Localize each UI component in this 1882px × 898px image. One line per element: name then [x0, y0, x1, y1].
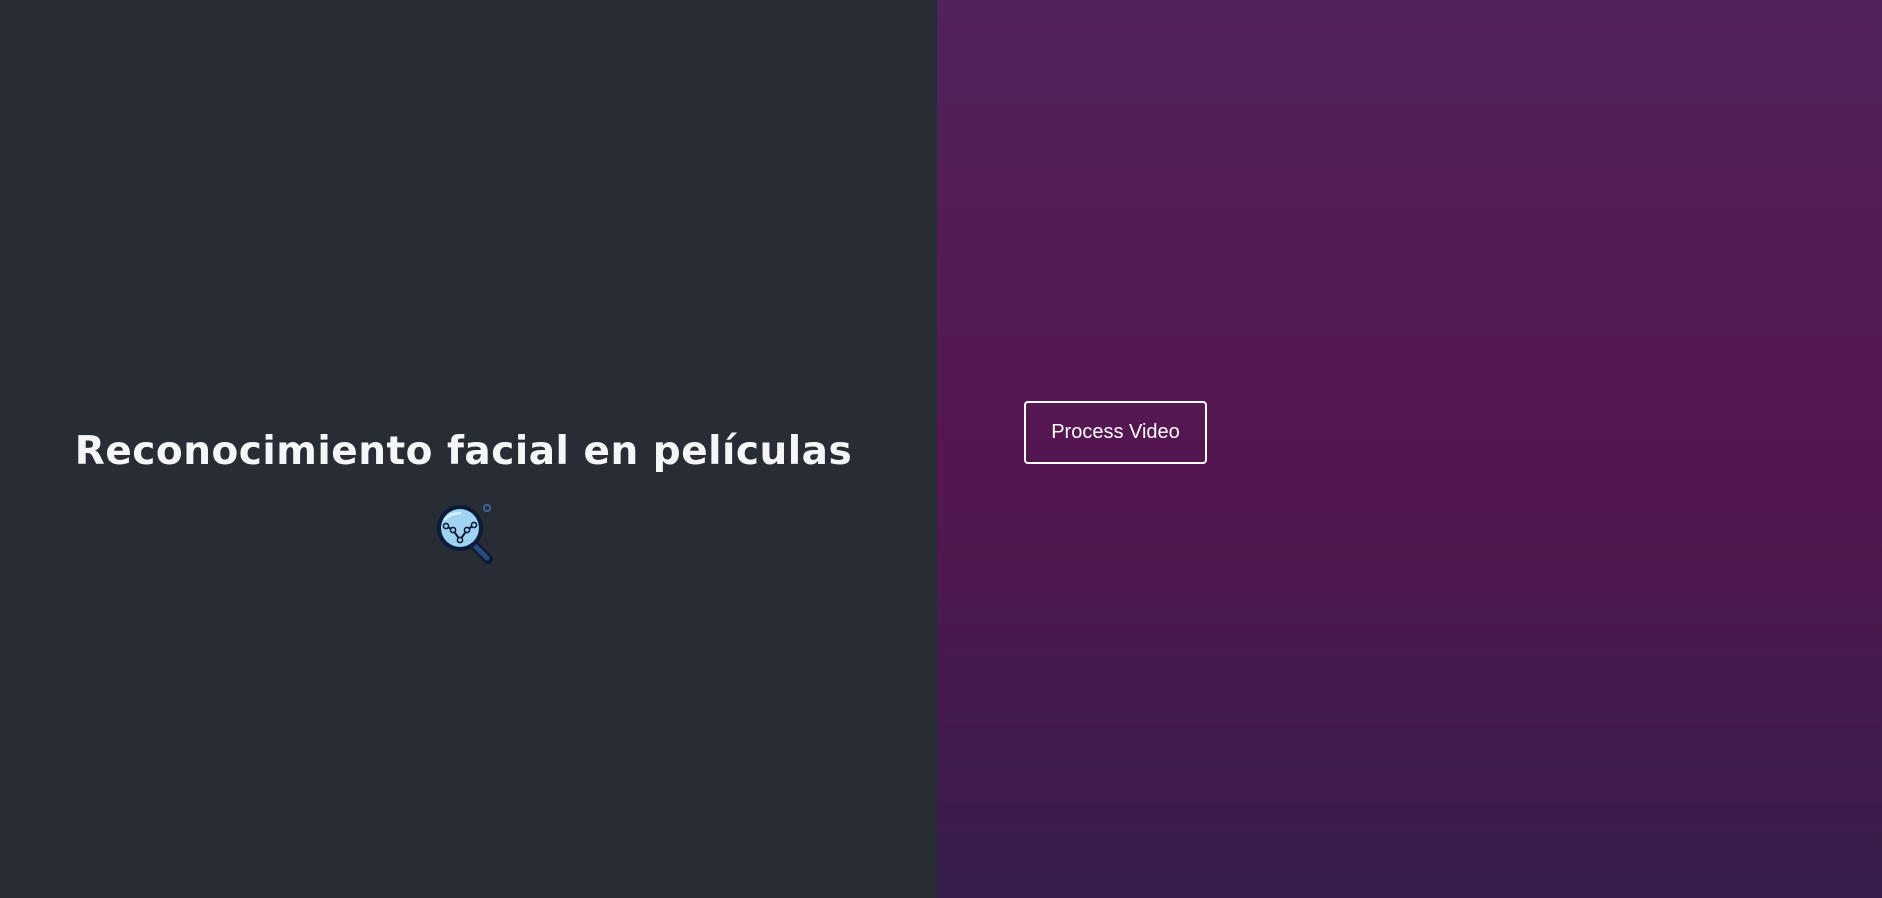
header-panel: Reconocimiento facial en películas — [0, 0, 937, 898]
action-panel: Process Video — [937, 0, 1882, 898]
page-title: Reconocimiento facial en películas — [74, 429, 853, 474]
process-video-button[interactable]: Process Video — [1024, 401, 1207, 464]
magnifier-chart-icon — [437, 503, 493, 564]
